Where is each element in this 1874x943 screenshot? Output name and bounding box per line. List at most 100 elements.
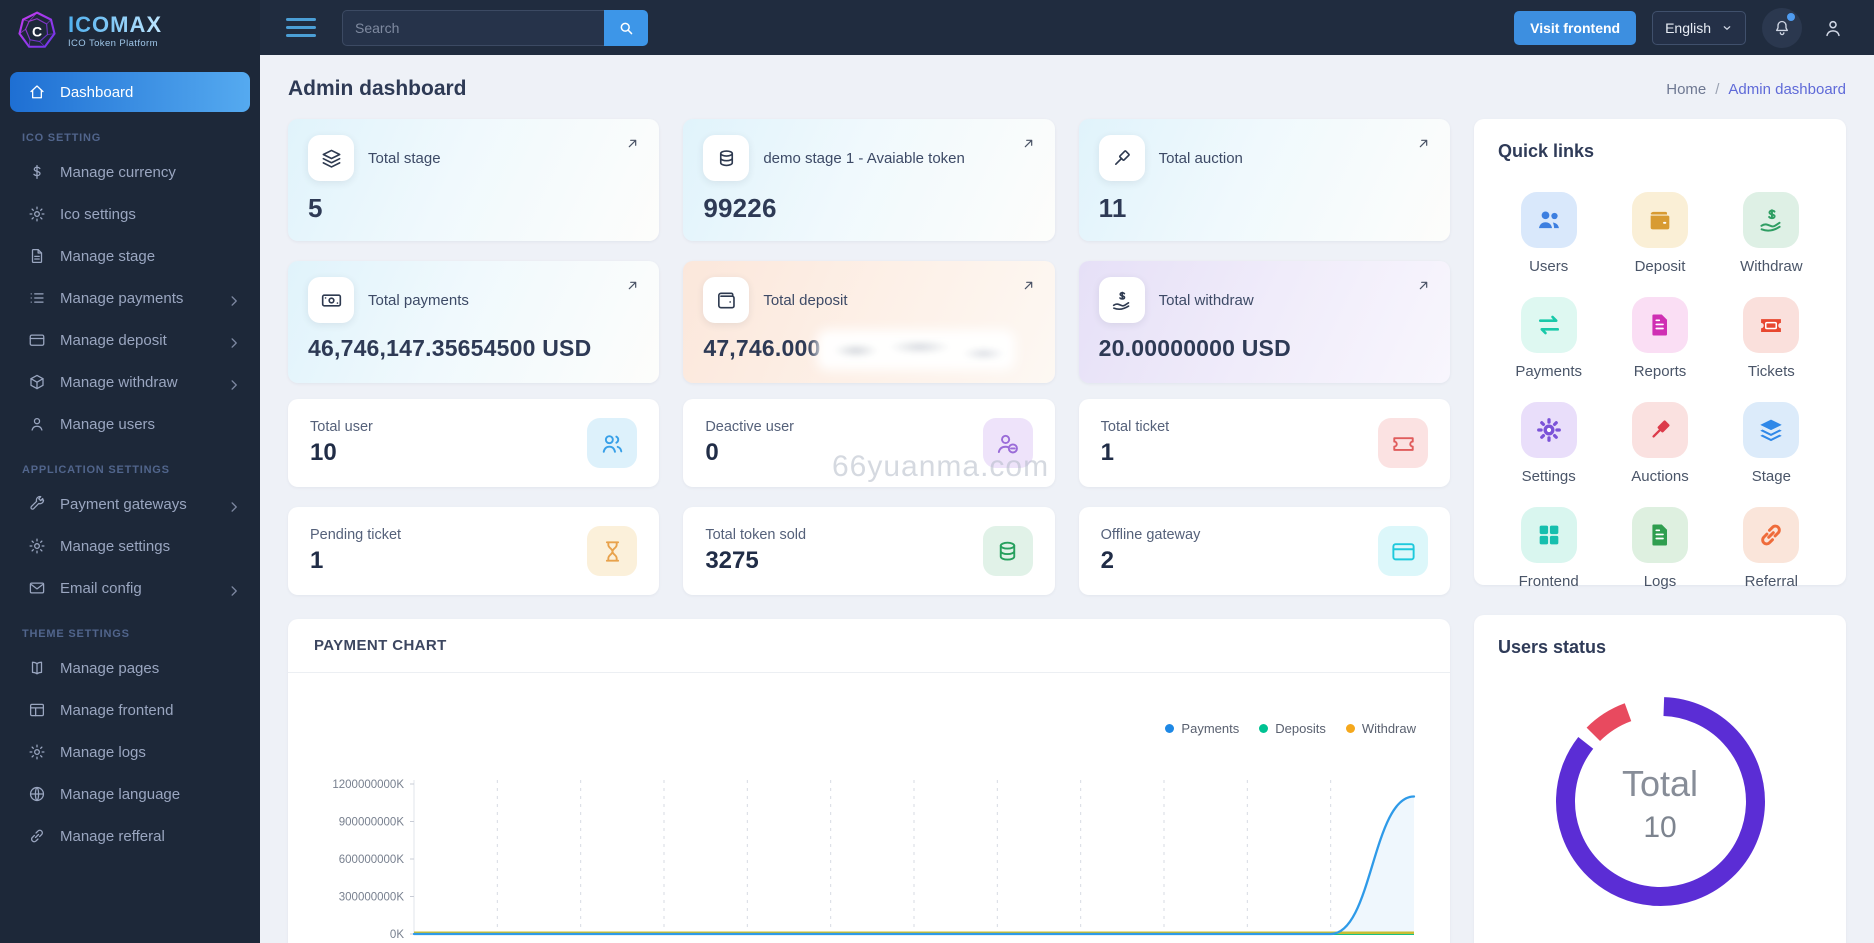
quick-link-label: Logs <box>1643 573 1677 590</box>
payment-line-chart: 0K 300000000K 600000000K 900000000K 12000000… <box>332 779 1416 941</box>
quick-link-label: Frontend <box>1518 573 1579 590</box>
card-value: 10 <box>310 439 337 466</box>
svg-text:C: C <box>32 23 42 39</box>
card-total-withdraw[interactable]: Total withdraw 20.00000000 USD <box>1078 261 1450 383</box>
card-total-deposit[interactable]: Total deposit 47,746.000 <box>683 261 1055 383</box>
sidebar-item-label: Manage logs <box>60 743 146 761</box>
quick-link-reports[interactable]: Reports <box>1609 297 1710 380</box>
quick-link-logs[interactable]: Logs <box>1609 507 1710 590</box>
quick-link-label: Tickets <box>1747 363 1795 380</box>
quick-link-label: Reports <box>1633 363 1687 380</box>
gear-icon <box>28 537 46 555</box>
quick-link-deposit[interactable]: Deposit <box>1609 192 1710 275</box>
quick-link-settings[interactable]: Settings <box>1498 402 1599 485</box>
sidebar-item-label: Ico settings <box>60 205 136 223</box>
quick-link-label: Withdraw <box>1740 258 1803 275</box>
sidebar-item-manage-currency[interactable]: Manage currency <box>10 152 250 192</box>
quick-link-payments[interactable]: Payments <box>1498 297 1599 380</box>
card-deactive-user: Deactive user 0 <box>683 399 1055 487</box>
brand[interactable]: C ICOMAX ICO Token Platform <box>0 0 260 62</box>
coins-icon <box>703 135 750 181</box>
chevron-right-icon <box>225 334 238 348</box>
card-total-stage[interactable]: Total stage 5 <box>288 119 660 241</box>
card-demo-stage-1-avaiable-token[interactable]: demo stage 1 - Avaiable token 99226 <box>683 119 1055 241</box>
sidebar-item-manage-payments[interactable]: Manage payments <box>10 278 250 318</box>
brand-logo-icon: C <box>18 11 56 48</box>
sidebar-item-manage-logs[interactable]: Manage logs <box>10 732 250 772</box>
card-offline-gateway: Offline gateway 2 <box>1078 507 1450 595</box>
quick-link-referral[interactable]: Referral <box>1721 507 1822 590</box>
sidebar: C ICOMAX ICO Token Platform Dashboard ICO… <box>0 0 260 943</box>
quick-link-withdraw[interactable]: Withdraw <box>1721 192 1822 275</box>
legend-item-deposits[interactable]: Deposits <box>1259 721 1326 736</box>
gridSolid-icon <box>1520 507 1577 563</box>
card-label: Total user <box>310 419 373 435</box>
search-box <box>342 9 648 46</box>
sidebar-item-manage-deposit[interactable]: Manage deposit <box>10 320 250 360</box>
breadcrumb-home[interactable]: Home <box>1666 81 1706 98</box>
external-arrow-icon[interactable] <box>1415 135 1432 152</box>
wrench-icon <box>28 495 46 513</box>
legend-label: Withdraw <box>1361 721 1416 736</box>
mail-icon <box>28 579 46 597</box>
donut-center-value: 10 <box>1643 811 1677 844</box>
language-selector[interactable]: English <box>1652 10 1746 45</box>
stat-cards-large: Total stage 5 demo stage 1 - Avaiable toke… <box>288 119 1450 383</box>
visit-frontend-button[interactable]: Visit frontend <box>1514 10 1637 45</box>
notifications-button[interactable] <box>1762 7 1802 48</box>
sidebar-item-ico-settings[interactable]: Ico settings <box>10 194 250 234</box>
gear-icon <box>28 743 46 761</box>
quick-link-auctions[interactable]: Auctions <box>1609 402 1710 485</box>
stat-cards-small: Total user 10 Deactive user 0 Total ticket 1 P… <box>288 399 1450 595</box>
sidebar-item-manage-frontend[interactable]: Manage frontend <box>10 690 250 730</box>
card-label: Total payments <box>368 291 469 309</box>
svg-text:300000000K: 300000000K <box>339 892 405 904</box>
card-label: Total token sold <box>705 527 807 543</box>
sidebar-nav: Dashboard ICO SETTING Manage currency Ico s… <box>0 62 260 856</box>
external-arrow-icon[interactable] <box>1020 135 1037 152</box>
sidebar-item-manage-withdraw[interactable]: Manage withdraw <box>10 362 250 402</box>
sidebar-item-email-config[interactable]: Email config <box>10 568 250 608</box>
hamburger-menu-icon[interactable] <box>286 18 316 37</box>
card-label: Pending ticket <box>310 527 402 543</box>
sidebar-item-manage-language[interactable]: Manage language <box>10 774 250 814</box>
quick-link-stage[interactable]: Stage <box>1721 402 1822 485</box>
quick-link-tickets[interactable]: Tickets <box>1721 297 1822 380</box>
sidebar-item-manage-pages[interactable]: Manage pages <box>10 648 250 688</box>
sidebar-item-label: Manage users <box>60 415 156 433</box>
layersSolid-icon <box>1743 402 1800 458</box>
external-arrow-icon[interactable] <box>1415 277 1432 294</box>
legend-item-withdraw[interactable]: Withdraw <box>1345 721 1416 736</box>
quick-link-users[interactable]: Users <box>1498 192 1599 275</box>
external-arrow-icon[interactable] <box>1020 277 1037 294</box>
sidebar-item-payment-gateways[interactable]: Payment gateways <box>10 484 250 524</box>
external-arrow-icon[interactable] <box>624 135 641 152</box>
legend-dot <box>1259 724 1269 733</box>
legend-dot <box>1165 724 1175 733</box>
page-title: Admin dashboard <box>288 77 467 100</box>
card-total-auction[interactable]: Total auction 11 <box>1078 119 1450 241</box>
card-total-payments[interactable]: Total payments 46,746,147.35654500 USD <box>288 261 660 383</box>
search-input[interactable] <box>342 9 604 46</box>
card-total-token-sold: Total token sold 3275 <box>683 507 1055 595</box>
globe-icon <box>28 785 46 803</box>
doc-icon <box>28 247 46 265</box>
quick-link-frontend[interactable]: Frontend <box>1498 507 1599 590</box>
sidebar-item-manage-users[interactable]: Manage users <box>10 404 250 444</box>
sidebar-item-label: Manage pages <box>60 659 160 677</box>
sidebar-item-dashboard[interactable]: Dashboard <box>10 72 250 112</box>
card-value: 0 <box>705 439 719 466</box>
search-button[interactable] <box>604 9 648 46</box>
sidebar-item-manage-settings[interactable]: Manage settings <box>10 526 250 566</box>
external-arrow-icon[interactable] <box>624 277 641 294</box>
profile-button[interactable] <box>1818 13 1848 43</box>
sidebar-item-manage-stage[interactable]: Manage stage <box>10 236 250 276</box>
legend-item-payments[interactable]: Payments <box>1165 721 1239 736</box>
card-pending-ticket: Pending ticket 1 <box>288 507 660 595</box>
dollar-icon <box>28 163 46 181</box>
sidebar-item-manage-refferal[interactable]: Manage refferal <box>10 816 250 856</box>
walletSolid-icon <box>1631 192 1688 248</box>
sidebar-section-header: APPLICATION SETTINGS <box>22 464 170 476</box>
sidebar-item-label: Manage deposit <box>60 331 167 349</box>
card-label: Deactive user <box>705 419 794 435</box>
